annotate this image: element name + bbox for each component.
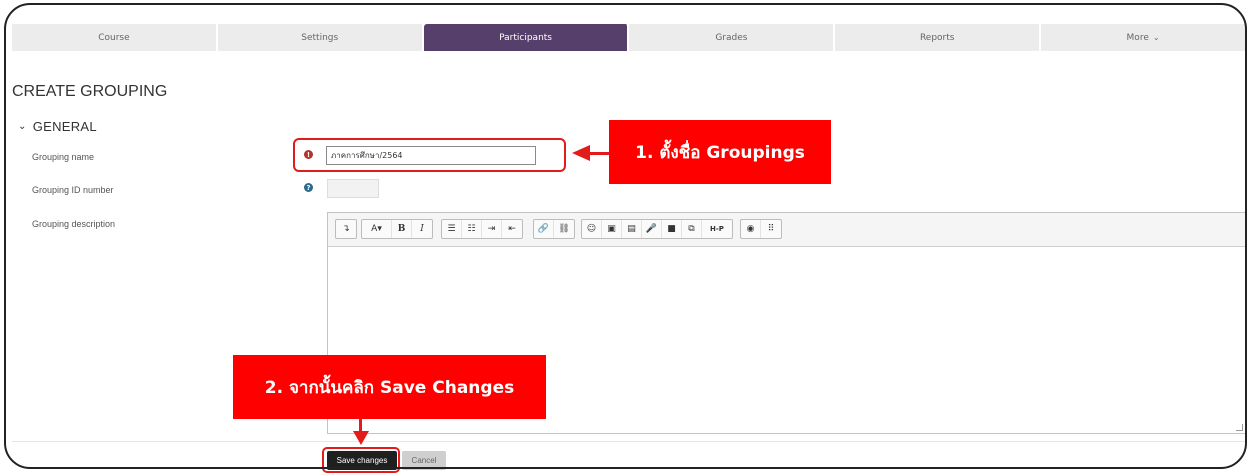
image-icon[interactable]: ▣	[602, 220, 622, 238]
paragraph-style-button[interactable]: A▾	[362, 220, 392, 238]
indent-button[interactable]: ⇥	[482, 220, 502, 238]
toolbar-group-links: 🔗 ⛓	[533, 219, 575, 239]
record-audio-icon[interactable]: 🎤	[642, 220, 662, 238]
accessibility-checker-icon[interactable]: ◉	[741, 220, 761, 238]
arrow-left-head-icon	[572, 145, 590, 161]
grouping-name-label: Grouping name	[32, 152, 95, 162]
collapse-toolbar-button[interactable]: ↴	[336, 220, 356, 238]
editor-toolbar: ↴ A▾ B I ☰ ☷ ⇥ ⇤ 🔗 ⛓ ☺ ▣ ▤ 🎤 ■ ⧉ H-P ◉ ⠿	[328, 213, 1245, 247]
italic-button[interactable]: I	[412, 220, 432, 238]
chevron-down-icon: ⌄	[18, 121, 27, 132]
tab-reports[interactable]: Reports	[835, 24, 1042, 51]
record-video-icon[interactable]: ■	[662, 220, 682, 238]
ordered-list-button[interactable]: ☷	[462, 220, 482, 238]
resize-handle-icon[interactable]	[1236, 424, 1243, 431]
highlight-save-button	[322, 447, 400, 473]
tab-more[interactable]: More ⌄	[1041, 24, 1245, 51]
footer-divider	[12, 441, 1245, 442]
screenreader-helper-icon[interactable]: ⠿	[761, 220, 781, 238]
help-icon[interactable]: ?	[304, 183, 313, 192]
grouping-id-input[interactable]	[327, 179, 379, 198]
tab-course[interactable]: Course	[12, 24, 218, 51]
section-general-toggle[interactable]: ⌄ GENERAL	[18, 119, 97, 134]
annotation-step1: 1. ตั้งชื่อ Groupings	[609, 120, 831, 184]
course-nav-tabs: Course Settings Participants Grades Repo…	[12, 24, 1245, 51]
outdent-button[interactable]: ⇤	[502, 220, 522, 238]
toolbar-group-lists: ☰ ☷ ⇥ ⇤	[441, 219, 523, 239]
tab-settings[interactable]: Settings	[217, 24, 424, 51]
page-title: CREATE GROUPING	[12, 83, 168, 100]
emoji-icon[interactable]: ☺	[582, 220, 602, 238]
toolbar-group-tools: ◉ ⠿	[740, 219, 782, 239]
toolbar-group-style: A▾ B I	[361, 219, 433, 239]
media-icon[interactable]: ▤	[622, 220, 642, 238]
tab-participants[interactable]: Participants	[423, 24, 630, 51]
arrow-down-head-icon	[353, 431, 369, 445]
arrow-left-icon	[590, 152, 610, 155]
annotation-step2: 2. จากนั้นคลิก Save Changes	[233, 355, 546, 419]
bold-button[interactable]: B	[392, 220, 412, 238]
manage-files-icon[interactable]: ⧉	[682, 220, 702, 238]
cancel-button[interactable]: Cancel	[402, 451, 446, 470]
highlight-grouping-name	[293, 138, 566, 172]
tab-grades[interactable]: Grades	[629, 24, 836, 51]
chevron-down-icon: ⌄	[1152, 33, 1160, 42]
unlink-icon[interactable]: ⛓	[554, 220, 574, 238]
toolbar-group-media: ☺ ▣ ▤ 🎤 ■ ⧉ H-P	[581, 219, 733, 239]
link-icon[interactable]: 🔗	[534, 220, 554, 238]
unordered-list-button[interactable]: ☰	[442, 220, 462, 238]
section-title: GENERAL	[32, 119, 97, 134]
grouping-description-label: Grouping description	[32, 219, 116, 229]
toolbar-group-collapse: ↴	[335, 219, 357, 239]
grouping-id-label: Grouping ID number	[32, 185, 114, 195]
h5p-icon[interactable]: H-P	[702, 220, 732, 238]
